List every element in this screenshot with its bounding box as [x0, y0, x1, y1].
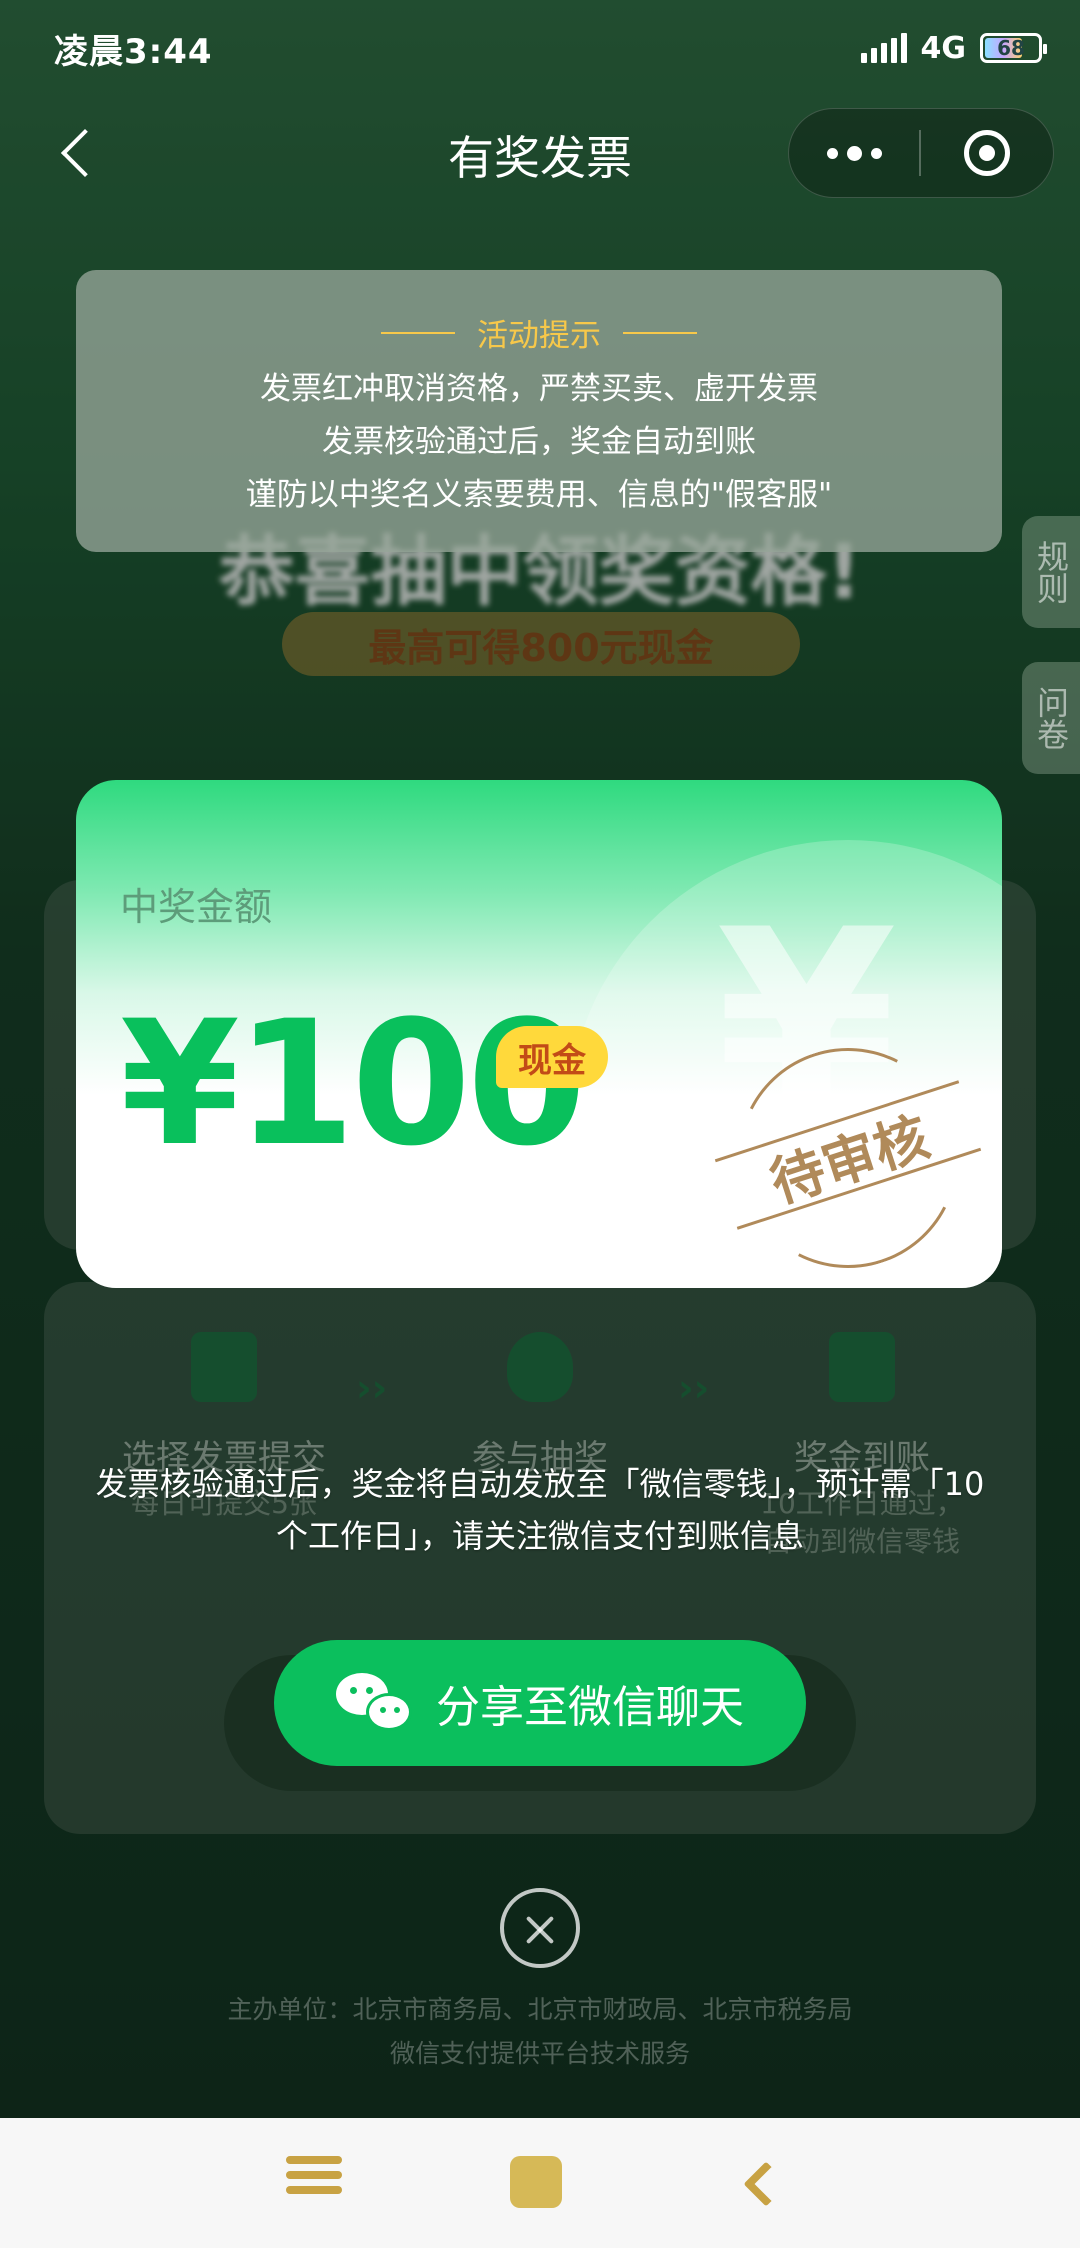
battery-icon: 68 — [980, 33, 1047, 63]
rules-tab[interactable]: 规则 — [1022, 516, 1080, 628]
footer-tech-provider: 微信支付提供平台技术服务 — [389, 2039, 690, 2068]
notice-line: 谨防以中奖名义索要费用、信息的"假客服" — [245, 477, 833, 513]
pending-review-stamp: 待审核 — [709, 1019, 987, 1288]
status-icons: 4G 68 — [860, 30, 1047, 66]
toast-line: 发票核验通过后，奖金将自动发放至「微信零钱」，预计需「10 — [95, 1465, 985, 1503]
status-time: 凌晨3:44 — [54, 31, 213, 72]
survey-tab-label: 问卷 — [1032, 686, 1070, 750]
rules-tab-label: 规则 — [1032, 540, 1070, 604]
status-bar: 凌晨3:44 4G 68 — [0, 0, 1080, 96]
system-navigation-bar — [0, 2118, 1080, 2248]
more-button[interactable] — [789, 109, 919, 197]
title-divider — [381, 331, 455, 334]
target-icon — [964, 130, 1010, 176]
close-mini-program-button[interactable] — [921, 130, 1053, 176]
mini-program-capsule — [788, 108, 1054, 198]
navigation-bar: 有奖发票 — [0, 100, 1080, 210]
share-button-label: 分享至微信聊天 — [436, 1682, 744, 1733]
prize-card: ¥ 中奖金额 ¥100 现金 待审核 — [76, 780, 1002, 1288]
activity-notice: 活动提示 发票红冲取消资格，严禁买卖、虚开发票 发票核验通过后，奖金自动到账 谨… — [76, 270, 1002, 552]
signal-icon — [860, 33, 907, 63]
wechat-icon — [336, 1673, 414, 1733]
notice-line: 发票红冲取消资格，严禁买卖、虚开发票 — [260, 371, 818, 407]
prize-label: 中奖金额 — [120, 885, 273, 929]
battery-level: 68 — [997, 36, 1025, 60]
title-divider — [623, 331, 697, 334]
notice-line: 发票核验通过后，奖金自动到账 — [322, 424, 756, 460]
network-type: 4G — [920, 30, 967, 66]
close-modal-button[interactable] — [500, 1888, 580, 1968]
system-back-button[interactable] — [736, 2156, 792, 2208]
home-button[interactable] — [510, 2156, 562, 2208]
survey-tab[interactable]: 问卷 — [1022, 662, 1080, 774]
notice-title-text: 活动提示 — [477, 318, 601, 354]
toast-line: 个工作日」，请关注微信支付到账信息 — [275, 1517, 804, 1555]
footer: 主办单位：北京市商务局、北京市财政局、北京市税务局 微信支付提供平台技术服务 — [0, 1988, 1080, 2076]
footer-organizers: 主办单位：北京市商务局、北京市财政局、北京市税务局 — [227, 1995, 853, 2024]
recent-apps-button[interactable] — [286, 2156, 342, 2208]
cash-badge: 现金 — [496, 1026, 608, 1088]
toast-message: 发票核验通过后，奖金将自动发放至「微信零钱」，预计需「10 个工作日」，请关注微… — [76, 1458, 1004, 1562]
share-to-wechat-button[interactable]: 分享至微信聊天 — [274, 1640, 806, 1766]
notice-title: 活动提示 — [76, 310, 1002, 355]
